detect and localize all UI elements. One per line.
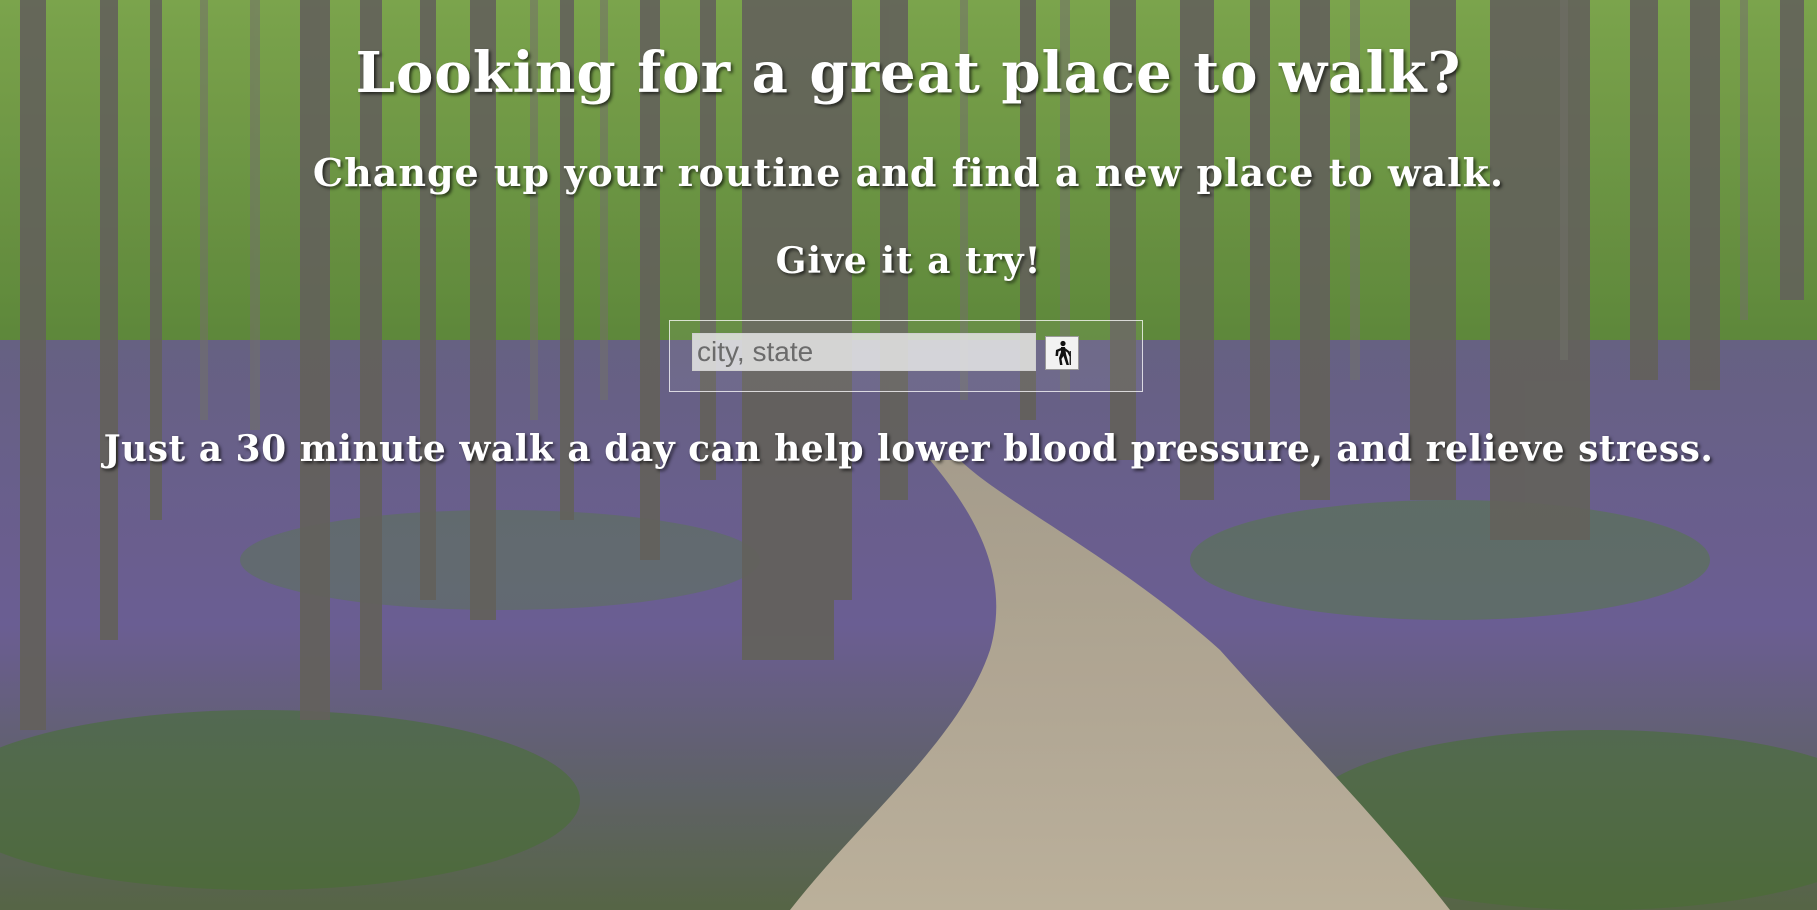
page-title: Looking for a great place to walk? <box>355 40 1462 106</box>
call-to-action: Give it a try! <box>775 240 1042 282</box>
search-button[interactable] <box>1045 336 1079 370</box>
search-form <box>669 320 1143 392</box>
location-search-input[interactable] <box>692 333 1036 371</box>
page-subtitle: Change up your routine and find a new pl… <box>312 150 1505 195</box>
health-fact: Just a 30 minute walk a day can help low… <box>103 428 1714 470</box>
hero-section: Looking for a great place to walk? Chang… <box>0 0 1817 910</box>
hiker-icon <box>1050 340 1074 366</box>
